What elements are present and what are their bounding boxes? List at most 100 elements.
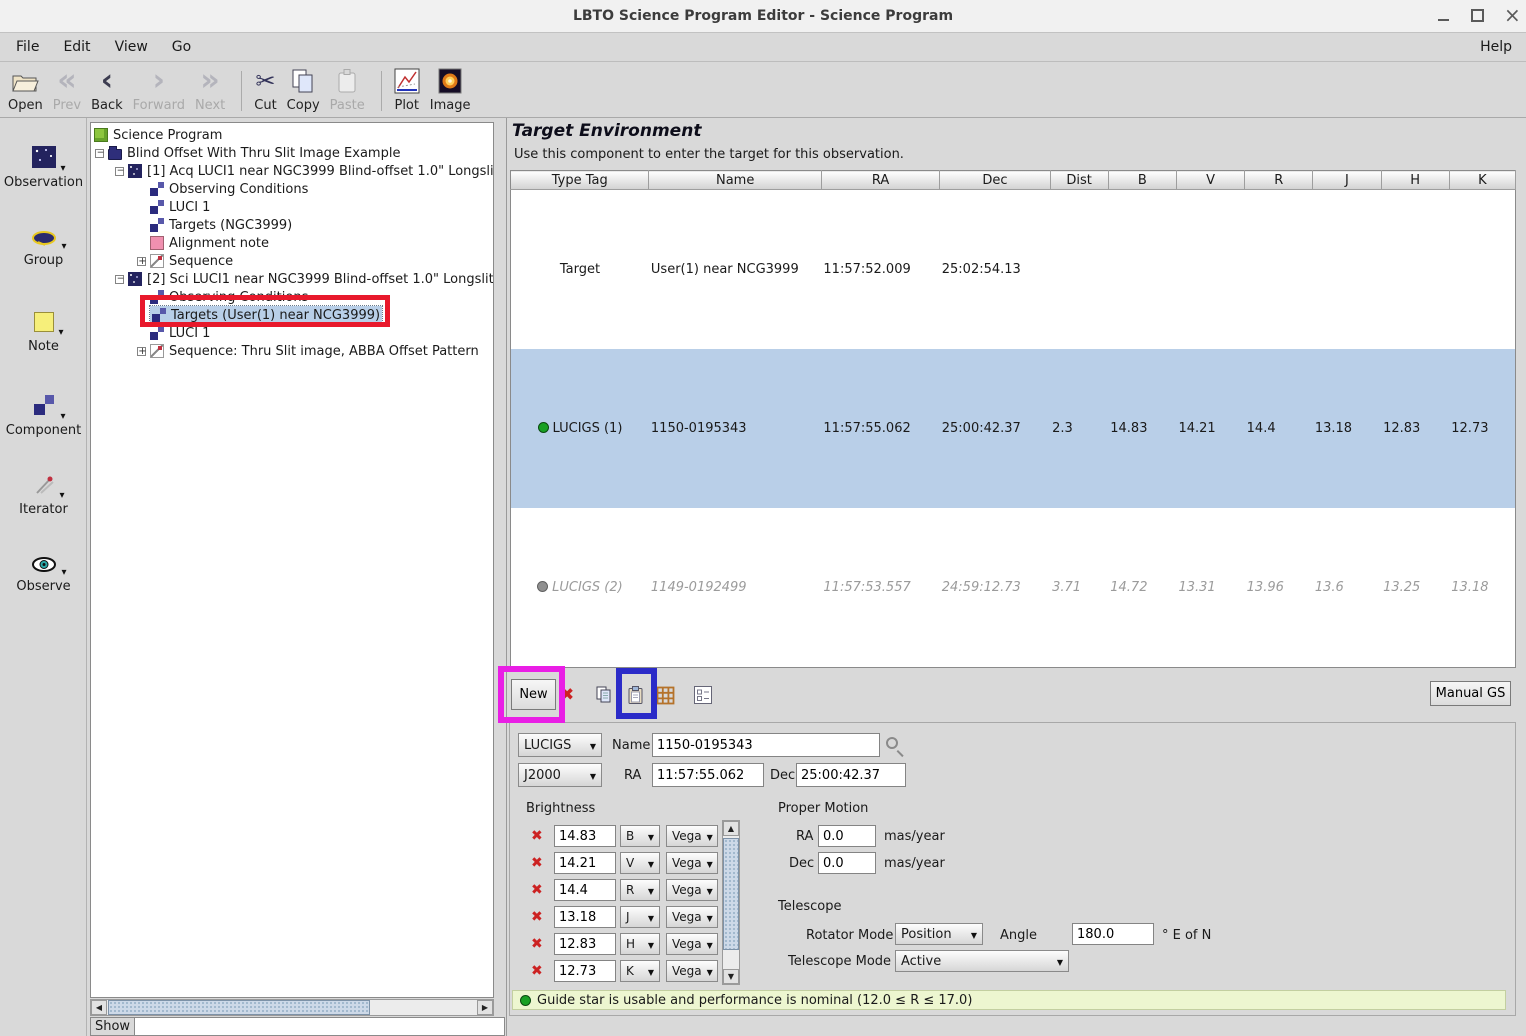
band-select[interactable]: B — [620, 825, 660, 847]
tree-node-sequence-2[interactable]: Sequence: Thru Slit image, ABBA Offset P… — [91, 342, 493, 360]
col-name[interactable]: Name — [649, 171, 822, 190]
manual-gs-button[interactable]: Manual GS — [1430, 681, 1511, 706]
sidebar-item-note[interactable]: Note — [0, 312, 87, 354]
prev-button[interactable]: « Prev — [53, 65, 81, 113]
ra-input[interactable] — [652, 763, 764, 787]
tree-node-targets-ngc3999[interactable]: Targets (NGC3999) — [91, 216, 493, 234]
delete-guide-star-icon[interactable]: ✖ — [560, 687, 574, 703]
system-select[interactable]: Vega — [666, 933, 718, 955]
scroll-left-arrow-icon[interactable]: ◀ — [91, 1000, 107, 1015]
col-j[interactable]: J — [1313, 171, 1381, 190]
scroll-right-arrow-icon[interactable]: ▶ — [477, 1000, 493, 1015]
coordinate-system-select[interactable]: J2000 — [518, 763, 602, 787]
copy-guide-star-icon[interactable] — [596, 686, 614, 704]
back-button[interactable]: ‹ Back — [91, 65, 123, 113]
band-select[interactable]: H — [620, 933, 660, 955]
brightness-value-input[interactable] — [554, 906, 616, 928]
sidebar-item-observe[interactable]: Observe — [0, 557, 87, 594]
menu-view[interactable]: View — [107, 35, 156, 59]
sidebar-item-group[interactable]: Group — [0, 230, 87, 268]
show-filter-input[interactable] — [134, 1017, 505, 1036]
scroll-down-arrow-icon[interactable]: ▼ — [723, 969, 739, 984]
expand-toggle[interactable] — [137, 347, 146, 356]
pm-ra-input[interactable] — [818, 825, 876, 847]
tree-node-obs1[interactable]: [1] Acq LUCI1 near NGC3999 Blind-offset … — [91, 162, 493, 180]
table-row-lucigs2[interactable]: LUCIGS (2) 1149-0192499 11:57:53.557 24:… — [511, 508, 1516, 667]
image-button[interactable]: Image — [430, 65, 471, 113]
tree-node-blind-offset[interactable]: Blind Offset With Thru Slit Image Exampl… — [91, 144, 493, 162]
paste-guide-star-icon[interactable] — [628, 686, 646, 704]
col-dist[interactable]: Dist — [1050, 171, 1108, 190]
open-button[interactable]: Open — [8, 65, 43, 113]
system-select[interactable]: Vega — [666, 852, 718, 874]
scrollbar-thumb[interactable] — [723, 838, 739, 950]
guide-star-type-select[interactable]: LUCIGS — [518, 733, 602, 757]
menu-edit[interactable]: Edit — [55, 35, 98, 59]
brightness-value-input[interactable] — [554, 825, 616, 847]
tree-node-obs2[interactable]: [2] Sci LUCI1 near NGC3999 Blind-offset … — [91, 270, 493, 288]
menu-file[interactable]: File — [8, 35, 47, 59]
tree-node-alignment-note[interactable]: Alignment note — [91, 234, 493, 252]
col-v[interactable]: V — [1176, 171, 1244, 190]
brightness-scrollbar[interactable]: ▲ ▼ — [722, 820, 740, 985]
system-select[interactable]: Vega — [666, 960, 718, 982]
tree-node-observing-conditions-2[interactable]: Observing Conditions — [91, 288, 493, 306]
tree-horizontal-scrollbar[interactable]: ◀ ▶ — [90, 999, 494, 1016]
system-select[interactable]: Vega — [666, 879, 718, 901]
copy-button[interactable]: Copy — [287, 65, 320, 113]
tree-node-luci1-2[interactable]: LUCI 1 — [91, 324, 493, 342]
collapse-toggle[interactable] — [115, 167, 124, 176]
band-select[interactable]: V — [620, 852, 660, 874]
col-r[interactable]: R — [1245, 171, 1313, 190]
sidebar-item-observation[interactable]: Observation — [0, 146, 87, 190]
list-details-icon[interactable] — [694, 686, 712, 704]
collapse-toggle[interactable] — [115, 275, 124, 284]
target-name-input[interactable] — [652, 733, 880, 757]
pm-dec-input[interactable] — [818, 852, 876, 874]
col-type-tag[interactable]: Type Tag — [511, 171, 649, 190]
tree-node-targets-user1[interactable]: Targets (User(1) near NCG3999) — [91, 306, 493, 324]
col-dec[interactable]: Dec — [940, 171, 1050, 190]
brightness-value-input[interactable] — [554, 879, 616, 901]
system-select[interactable]: Vega — [666, 906, 718, 928]
rotator-mode-select[interactable]: Position — [895, 923, 983, 945]
cut-button[interactable]: ✂ Cut — [254, 65, 276, 113]
maximize-button[interactable] — [1471, 9, 1484, 22]
remove-brightness-row-icon[interactable]: ✖ — [531, 883, 543, 897]
close-button[interactable]: × — [1504, 4, 1518, 18]
brightness-value-input[interactable] — [554, 852, 616, 874]
forward-button[interactable]: › Forward — [133, 65, 185, 113]
collapse-toggle[interactable] — [95, 149, 104, 158]
brightness-value-input[interactable] — [554, 933, 616, 955]
remove-brightness-row-icon[interactable]: ✖ — [531, 910, 543, 924]
sidebar-item-component[interactable]: Component — [0, 394, 87, 438]
expand-toggle[interactable] — [137, 257, 146, 266]
new-guide-star-button[interactable]: New — [511, 679, 556, 710]
scrollbar-thumb[interactable] — [108, 1000, 370, 1015]
minimize-button[interactable] — [1437, 10, 1451, 24]
band-select[interactable]: K — [620, 960, 660, 982]
angle-input[interactable] — [1072, 923, 1154, 945]
remove-brightness-row-icon[interactable]: ✖ — [531, 856, 543, 870]
col-h[interactable]: H — [1381, 171, 1449, 190]
next-button[interactable]: » Next — [195, 65, 225, 113]
plot-button[interactable]: Plot — [394, 65, 420, 113]
brightness-value-input[interactable] — [554, 960, 616, 982]
system-select[interactable]: Vega — [666, 825, 718, 847]
menu-help[interactable]: Help — [1480, 39, 1512, 55]
catalog-grid-icon[interactable] — [656, 686, 674, 704]
telescope-mode-select[interactable]: Active — [895, 950, 1069, 972]
tree-node-sequence-1[interactable]: Sequence — [91, 252, 493, 270]
col-k[interactable]: K — [1449, 171, 1515, 190]
tree-node-luci1-1[interactable]: LUCI 1 — [91, 198, 493, 216]
table-row-target[interactable]: Target User(1) near NCG3999 11:57:52.009… — [511, 190, 1516, 349]
col-b[interactable]: B — [1108, 171, 1176, 190]
remove-brightness-row-icon[interactable]: ✖ — [531, 829, 543, 843]
tree-node-observing-conditions-1[interactable]: Observing Conditions — [91, 180, 493, 198]
remove-brightness-row-icon[interactable]: ✖ — [531, 964, 543, 978]
band-select[interactable]: J — [620, 906, 660, 928]
band-select[interactable]: R — [620, 879, 660, 901]
remove-brightness-row-icon[interactable]: ✖ — [531, 937, 543, 951]
menu-go[interactable]: Go — [164, 35, 199, 59]
sidebar-item-iterator[interactable]: Iterator — [0, 475, 87, 517]
